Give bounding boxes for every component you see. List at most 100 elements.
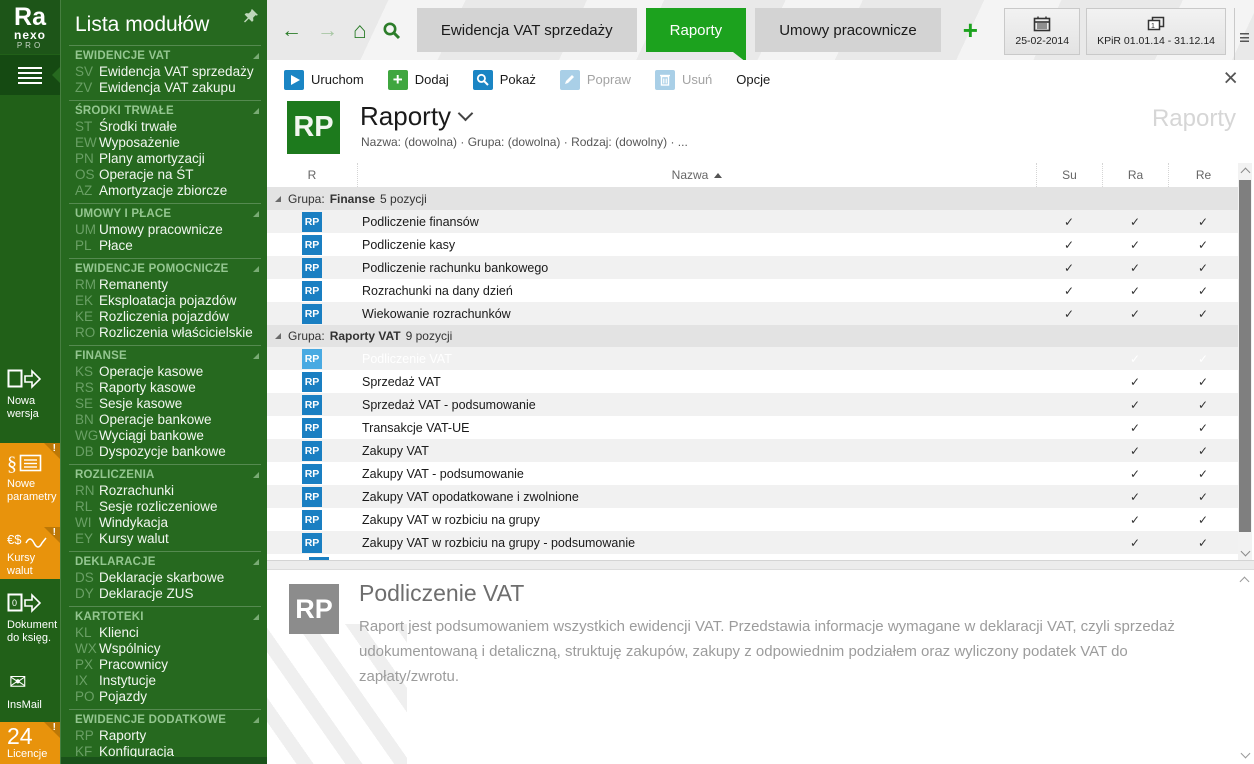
pane-splitter[interactable] xyxy=(267,560,1254,570)
rail-item-nowa-wersja[interactable]: Nowawersja xyxy=(0,360,60,442)
rail-item-dokument-do-ksieg[interactable]: 0 Dokumentdo księg. xyxy=(0,584,60,662)
scroll-down-icon[interactable] xyxy=(1238,545,1252,560)
sidebar-item[interactable]: ZVEwidencja VAT zakupu xyxy=(69,80,261,96)
sidebar-item[interactable]: RLSesje rozliczeniowe xyxy=(69,499,261,515)
table-row[interactable]: RP Wiekowanie rozrachunków ✓ ✓ ✓ xyxy=(267,302,1238,325)
add-button[interactable]: + Dodaj xyxy=(388,70,449,90)
sidebar-item[interactable]: KLKlienci xyxy=(69,625,261,641)
table-row[interactable]: RP Transakcje VAT-UE ✓ ✓ xyxy=(267,416,1238,439)
sidebar-item[interactable]: SESesje kasowe xyxy=(69,396,261,412)
table-row[interactable]: RP Podliczenie rachunku bankowego ✓ ✓ ✓ xyxy=(267,256,1238,279)
table-row-selected[interactable]: RP Podliczenie VAT ✓ ✓ xyxy=(267,347,1238,370)
group-row-finanse[interactable]: Grupa: Finanse 5 pozycji xyxy=(267,188,1238,210)
sidebar-item[interactable]: WGWyciągi bankowe xyxy=(69,428,261,444)
sidebar-item[interactable]: DSDeklaracje skarbowe xyxy=(69,570,261,586)
table-scrollbar[interactable] xyxy=(1238,163,1252,560)
sidebar-item[interactable]: PXPracownicy xyxy=(69,657,261,673)
section-header[interactable]: FINANSE xyxy=(69,349,261,364)
sidebar-item[interactable]: OSOperacje na ŚT xyxy=(69,167,261,183)
column-header-re[interactable]: Re xyxy=(1168,163,1238,187)
table-row[interactable]: RP Zakupy VAT ✓ ✓ xyxy=(267,439,1238,462)
delete-button[interactable]: Usuń xyxy=(655,70,712,90)
table-row[interactable]: RP Sprzedaż VAT - podsumowanie ✓ ✓ xyxy=(267,393,1238,416)
table-row[interactable]: RP Zakupy VAT - podsumowanie ✓ ✓ xyxy=(267,462,1238,485)
forward-icon[interactable]: → xyxy=(317,20,338,41)
chevron-down-icon xyxy=(458,106,474,122)
sidebar-item[interactable]: DBDyspozycje bankowe xyxy=(69,444,261,460)
sidebar-item[interactable]: KERozliczenia pojazdów xyxy=(69,309,261,325)
new-tab-button[interactable]: + xyxy=(963,17,978,43)
page-title[interactable]: Raporty xyxy=(360,101,471,132)
sidebar-item[interactable]: KSOperacje kasowe xyxy=(69,364,261,380)
app-logo[interactable]: Ra nexo PRO xyxy=(0,0,60,54)
sidebar-item[interactable]: RPRaporty xyxy=(69,728,261,744)
section-header[interactable]: EWIDENCJE VAT xyxy=(69,49,261,64)
column-header-nazwa[interactable]: Nazwa xyxy=(357,163,1036,187)
sidebar-item[interactable]: UMUmowy pracownicze xyxy=(69,222,261,238)
edit-button[interactable]: Popraw xyxy=(560,70,631,90)
table-row[interactable]: RP Sprzedaż VAT ✓ ✓ xyxy=(267,370,1238,393)
sidebar-item[interactable]: BNOperacje bankowe xyxy=(69,412,261,428)
section-header[interactable]: KARTOTEKI xyxy=(69,610,261,625)
section-header[interactable]: DEKLARACJE xyxy=(69,555,261,570)
window-menu-button[interactable] xyxy=(1234,8,1254,68)
sidebar-item[interactable]: EKEksploatacja pojazdów xyxy=(69,293,261,309)
tab-raporty[interactable]: Raporty xyxy=(646,8,747,52)
sidebar-item[interactable]: STŚrodki trwałe xyxy=(69,119,261,135)
tab-ewidencja-vat-sprzedazy[interactable]: Ewidencja VAT sprzedaży xyxy=(417,8,637,52)
table-row[interactable]: RP Zakupy VAT w rozbiciu na grupy - pods… xyxy=(267,531,1238,554)
detail-scroll-up-icon[interactable] xyxy=(1241,578,1248,585)
table-row[interactable]: RP Zakupy VAT w rozbiciu na grupy ✓ ✓ xyxy=(267,508,1238,531)
rail-item-kursy-walut[interactable]: ! €$ Kursywalut xyxy=(0,527,60,579)
tab-umowy-pracownicze[interactable]: Umowy pracownicze xyxy=(755,8,941,52)
section-header[interactable]: UMOWY I PŁACE xyxy=(69,207,261,222)
rail-item-insmail[interactable]: ✉ InsMail xyxy=(0,664,60,722)
options-button[interactable]: Opcje xyxy=(736,72,770,87)
section-header[interactable]: ŚRODKI TRWAŁE xyxy=(69,104,261,119)
table-row[interactable]: RP Podliczenie finansów ✓ ✓ ✓ xyxy=(267,210,1238,233)
table-row[interactable]: RP Rozrachunki na dany dzień ✓ ✓ ✓ xyxy=(267,279,1238,302)
run-button[interactable]: Uruchom xyxy=(284,70,364,90)
module-list-button[interactable] xyxy=(0,55,60,95)
section-header[interactable]: ROZLICZENIA xyxy=(69,468,261,483)
scrollbar-thumb[interactable] xyxy=(1239,180,1251,532)
sidebar-item[interactable]: RMRemanenty xyxy=(69,277,261,293)
close-icon[interactable]: × xyxy=(1223,64,1238,92)
pin-icon[interactable] xyxy=(243,8,259,24)
sidebar-item[interactable]: WXWspólnicy xyxy=(69,641,261,657)
rail-item-nowe-parametry[interactable]: ! § Noweparametry xyxy=(0,443,60,527)
sidebar-item[interactable]: PLPłace xyxy=(69,238,261,254)
show-button[interactable]: Pokaż xyxy=(473,70,536,90)
column-header-r[interactable]: R xyxy=(267,168,357,182)
sidebar-item[interactable]: RNRozrachunki xyxy=(69,483,261,499)
rail-item-licencje[interactable]: ! 24 Licencje xyxy=(0,722,60,764)
sidebar-item[interactable]: RORozliczenia właścicielskie xyxy=(69,325,261,341)
section-header[interactable]: EWIDENCJE POMOCNICZE xyxy=(69,262,261,277)
home-icon[interactable]: ⌂ xyxy=(353,20,367,41)
sidebar-item[interactable]: WIWindykacja xyxy=(69,515,261,531)
sidebar-item[interactable]: SVEwidencja VAT sprzedaży xyxy=(69,64,261,80)
collapse-icon xyxy=(253,717,259,723)
sidebar-item[interactable]: RSRaporty kasowe xyxy=(69,380,261,396)
search-icon[interactable] xyxy=(382,21,401,40)
back-icon[interactable]: ← xyxy=(281,20,302,41)
sidebar-item[interactable]: IXInstytucje xyxy=(69,673,261,689)
sidebar-item[interactable]: POPojazdy xyxy=(69,689,261,705)
sidebar-item[interactable]: DYDeklaracje ZUS xyxy=(69,586,261,602)
table-row[interactable]: RP Zakupy VAT opodatkowane i zwolnione ✓… xyxy=(267,485,1238,508)
sidebar-item[interactable]: EYKursy walut xyxy=(69,531,261,547)
resize-grip[interactable] xyxy=(1242,750,1249,761)
sidebar-item[interactable]: AZAmortyzacje zbiorcze xyxy=(69,183,261,199)
column-header-su[interactable]: Su xyxy=(1036,163,1102,187)
column-header-ra[interactable]: Ra xyxy=(1102,163,1168,187)
period-button[interactable]: 1 KPiR 01.01.14 - 31.12.14 xyxy=(1086,8,1226,55)
section-header[interactable]: EWIDENCJE DODATKOWE xyxy=(69,713,261,728)
sidebar-item[interactable]: EWWyposażenie xyxy=(69,135,261,151)
check-ra: ✓ xyxy=(1102,421,1168,435)
group-row-raporty-vat[interactable]: Grupa: Raporty VAT 9 pozycji xyxy=(267,325,1238,347)
scroll-up-icon[interactable] xyxy=(1238,163,1252,178)
filter-summary[interactable]: Nazwa: (dowolna) · Grupa: (dowolna) · Ro… xyxy=(361,135,688,149)
current-date-button[interactable]: 25-02-2014 xyxy=(1004,8,1080,55)
table-row[interactable]: RP Podliczenie kasy ✓ ✓ ✓ xyxy=(267,233,1238,256)
sidebar-item[interactable]: PNPlany amortyzacji xyxy=(69,151,261,167)
